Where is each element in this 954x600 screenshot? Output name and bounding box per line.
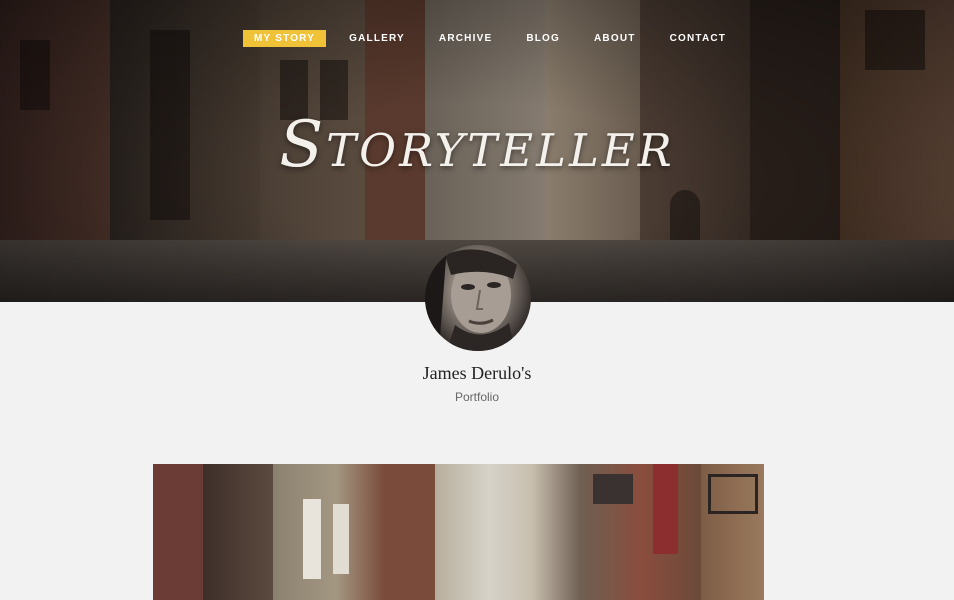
nav-item-contact[interactable]: CONTACT <box>659 30 738 47</box>
nav-item-archive[interactable]: ARCHIVE <box>428 30 503 47</box>
nav-item-blog[interactable]: BLOG <box>515 30 571 47</box>
feature-window <box>333 504 349 574</box>
site-title[interactable]: Storyteller <box>0 108 954 182</box>
nav-item-my-story[interactable]: MY STORY <box>243 30 327 47</box>
feature-window <box>303 499 321 579</box>
feature-balcony <box>708 474 758 514</box>
feature-sign <box>653 464 678 554</box>
feature-building <box>203 464 273 600</box>
main-nav: MY STORY GALLERY ARCHIVE BLOG ABOUT CONT… <box>243 30 749 47</box>
profile-subtitle: Portfolio <box>454 390 500 404</box>
avatar <box>425 245 531 351</box>
feature-building <box>153 464 203 600</box>
profile-name: James Derulo's <box>422 363 532 383</box>
nav-item-gallery[interactable]: GALLERY <box>338 30 416 47</box>
nav-item-about[interactable]: ABOUT <box>583 30 647 47</box>
portrait-image <box>425 245 517 351</box>
feature-sign <box>593 474 633 504</box>
featured-image[interactable] <box>153 464 764 600</box>
feature-building <box>385 464 435 600</box>
